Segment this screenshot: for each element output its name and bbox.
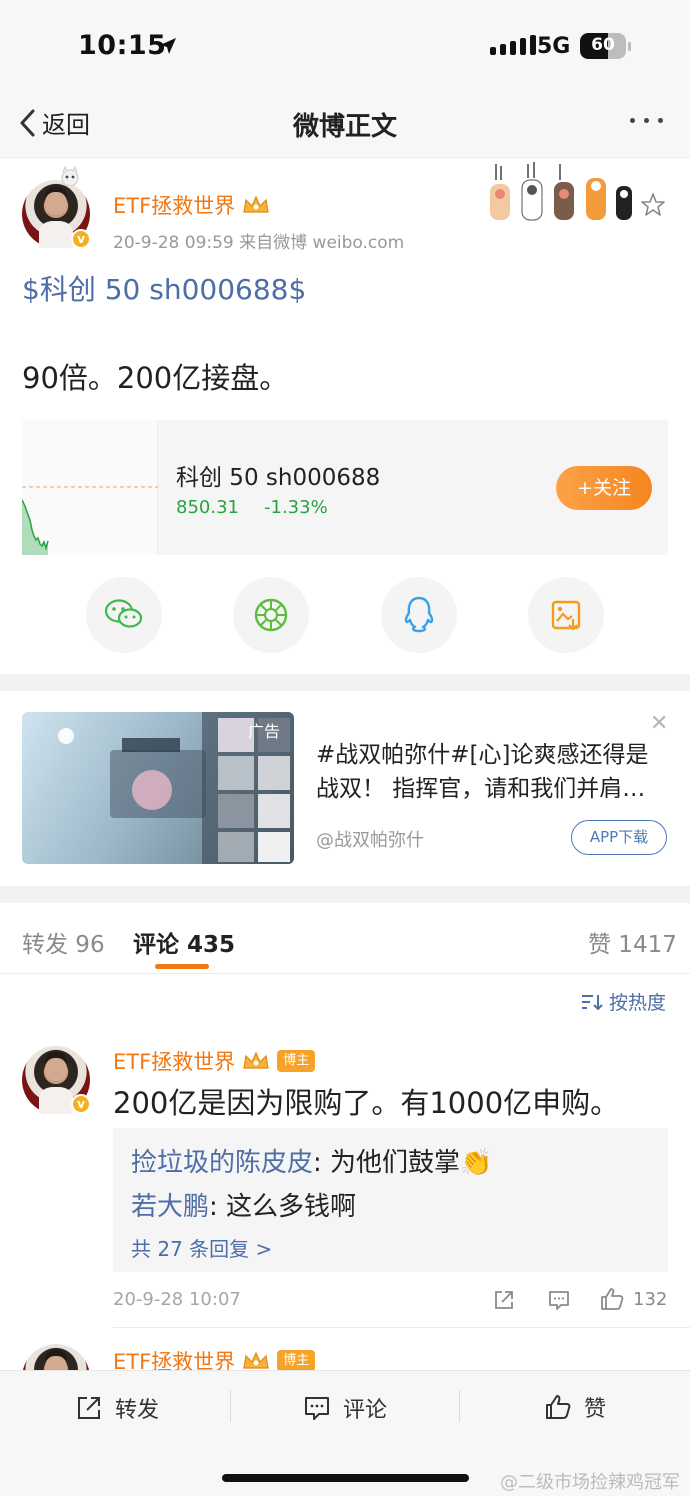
sort-by-hot-button[interactable]: 按热度	[581, 988, 666, 1015]
stock-change: -1.33%	[264, 497, 328, 518]
follow-stock-button[interactable]: +关注	[556, 466, 652, 510]
verified-badge-icon: v	[71, 229, 91, 249]
network-type: 5G	[537, 34, 571, 59]
share-moments-button[interactable]	[233, 577, 309, 653]
tab-active-indicator	[155, 964, 209, 969]
tab-comment[interactable]: 评论 435	[133, 925, 235, 959]
qq-icon	[404, 596, 434, 633]
avatar-decoration-icon	[56, 165, 84, 187]
battery-level: 60	[591, 35, 615, 55]
comment-like-count: 132	[633, 1288, 668, 1310]
reply-item[interactable]: 捡垃圾的陈皮皮: 为他们鼓掌👏	[131, 1142, 492, 1179]
ad-label: 广告	[248, 722, 281, 741]
favorite-star-icon[interactable]	[640, 192, 666, 218]
share-wechat-button[interactable]	[86, 577, 162, 653]
reply-item[interactable]: 若大鹏: 这么多钱啊	[131, 1186, 356, 1223]
ad-text[interactable]: #战双帕弥什#[心]论爽感还得是战双！ 指挥官，请和我们并肩…	[316, 738, 661, 806]
reply-text: : 这么多钱啊	[209, 1192, 357, 1222]
reply-user[interactable]: 捡垃圾的陈皮皮	[131, 1148, 313, 1178]
comment-author-name[interactable]: ETF拯救世界	[113, 1046, 235, 1076]
repost-icon	[78, 1397, 100, 1419]
verified-badge-icon: v	[71, 1094, 91, 1114]
ad-source[interactable]: @战双帕弥什	[316, 826, 424, 852]
status-time: 10:15	[78, 30, 167, 61]
comment-divider	[113, 1327, 690, 1328]
post-text: 90倍。200亿接盘。	[22, 361, 289, 395]
reply-user[interactable]: 若大鹏	[131, 1192, 209, 1222]
share-qq-button[interactable]	[381, 577, 457, 653]
blogger-badge: 博主	[277, 1350, 316, 1372]
cat-paw-decoration-icon	[490, 162, 632, 221]
section-divider	[0, 886, 690, 903]
tab-repost[interactable]: 转发 96	[22, 925, 105, 959]
more-options-button[interactable]	[630, 118, 663, 123]
more-replies-link[interactable]: 共 27 条回复 >	[131, 1233, 272, 1262]
reply-text: : 为他们鼓掌👏	[313, 1148, 493, 1178]
app-download-button[interactable]: APP下载	[571, 820, 667, 855]
tab-divider	[0, 973, 690, 974]
post-meta: 20-9-28 09:59 来自微博 weibo.com	[113, 233, 405, 253]
crown-badge-icon	[243, 1051, 269, 1069]
bottom-repost-button[interactable]: 转发	[75, 1392, 159, 1424]
crown-badge-icon	[243, 195, 269, 213]
stock-mini-chart	[21, 420, 158, 555]
comment-like-button[interactable]: 132	[599, 1286, 667, 1312]
comment-icon	[549, 1291, 569, 1310]
comment-reply-button[interactable]	[547, 1288, 571, 1312]
blogger-badge: 博主	[277, 1050, 316, 1072]
stock-name: 科创 50 sh000688	[176, 465, 381, 491]
bottom-comment-button[interactable]: 评论	[303, 1392, 387, 1424]
sort-label: 按热度	[609, 992, 667, 1014]
crown-badge-icon	[243, 1351, 269, 1369]
thumbs-up-icon	[546, 1395, 571, 1419]
sort-icon	[582, 994, 603, 1010]
section-divider	[0, 674, 690, 691]
thumbs-up-icon	[601, 1288, 624, 1310]
wechat-icon	[104, 599, 143, 628]
bottom-repost-label: 转发	[115, 1398, 160, 1423]
cellular-signal-icon	[490, 35, 536, 55]
comment-share-button[interactable]	[492, 1288, 516, 1312]
stock-topic-link[interactable]: $科创 50 sh000688$	[22, 268, 306, 308]
battery-cap	[628, 42, 631, 51]
comment-time: 20-9-28 10:07	[113, 1289, 241, 1310]
post-author-name[interactable]: ETF拯救世界	[113, 190, 235, 220]
save-image-button[interactable]	[528, 577, 604, 653]
battery-icon: 60	[580, 33, 626, 59]
tab-like[interactable]: 赞 1417	[588, 925, 677, 959]
page-title: 微博正文	[292, 112, 397, 142]
moments-icon	[254, 598, 288, 632]
save-image-icon	[551, 600, 581, 631]
bottom-separator	[459, 1390, 460, 1422]
comment-icon	[305, 1397, 329, 1420]
stock-price: 850.31	[176, 497, 239, 518]
home-indicator	[222, 1474, 469, 1482]
location-arrow-icon	[160, 38, 176, 54]
bottom-like-label: 赞	[584, 1397, 607, 1422]
share-icon	[495, 1291, 513, 1309]
bottom-like-button[interactable]: 赞	[544, 1391, 606, 1423]
watermark: @二级市场捡辣鸡冠军	[500, 1472, 680, 1493]
bottom-comment-label: 评论	[343, 1398, 388, 1423]
comment-text: 200亿是因为限购了。有1000亿申购。	[113, 1086, 620, 1120]
bottom-separator	[230, 1390, 231, 1422]
close-ad-icon[interactable]: ✕	[650, 711, 668, 736]
